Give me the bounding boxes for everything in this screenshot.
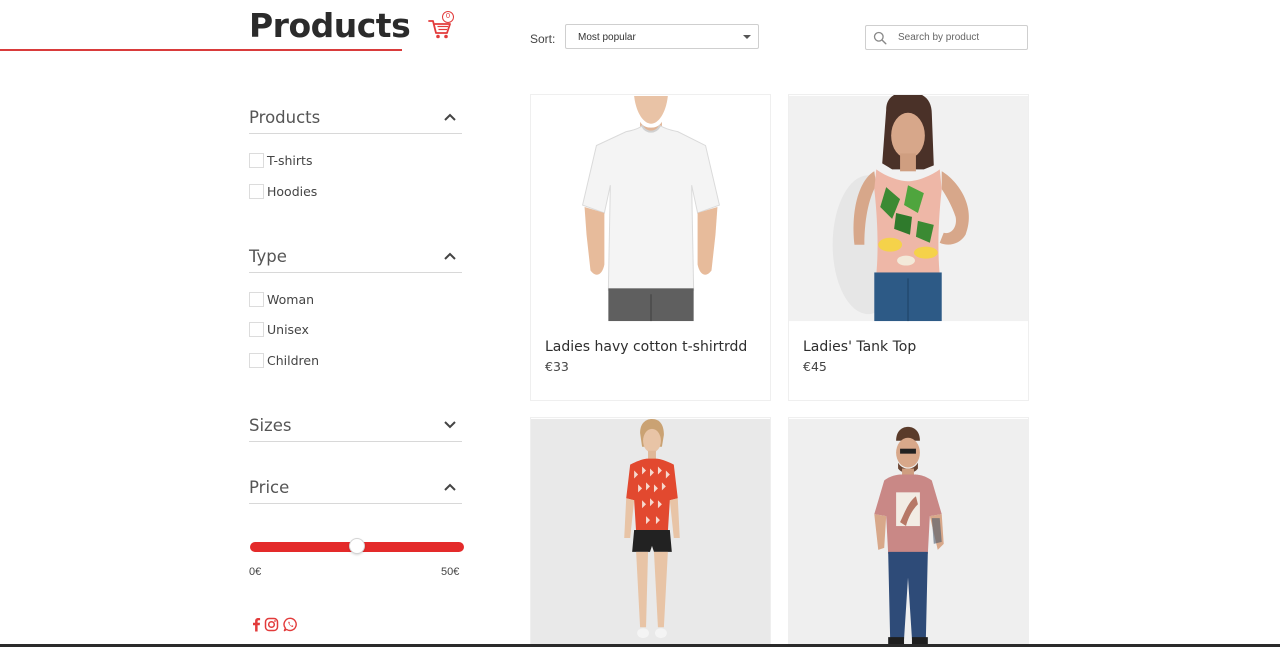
chevron-up-icon xyxy=(444,483,456,491)
filter-header-type[interactable]: Type xyxy=(249,247,462,273)
product-price: €33 xyxy=(545,359,569,374)
product-card[interactable]: Ladies havy cotton t-shirtrdd €33 xyxy=(530,94,771,401)
chevron-down-icon xyxy=(444,421,456,429)
product-name[interactable]: Ladies' Tank Top xyxy=(803,339,916,355)
page-title: Products xyxy=(249,6,411,45)
chevron-up-icon xyxy=(444,113,456,121)
facebook-icon[interactable] xyxy=(249,617,264,632)
instagram-icon[interactable] xyxy=(264,617,279,632)
checkbox[interactable] xyxy=(249,321,264,337)
filter-title-sizes: Sizes xyxy=(249,416,292,435)
filter-title-products: Products xyxy=(249,108,321,127)
sort-selected-value: Most popular xyxy=(578,32,636,43)
sort-dropdown[interactable]: Most popular xyxy=(565,24,759,49)
checkbox[interactable] xyxy=(249,352,264,368)
filter-title-type: Type xyxy=(249,247,287,266)
cart-count-badge: 0 xyxy=(442,11,454,23)
product-image-tshirt xyxy=(531,95,770,322)
filter-option-label: T-shirts xyxy=(267,152,313,168)
product-price: €45 xyxy=(803,359,827,374)
product-name[interactable]: Ladies havy cotton t-shirtrdd xyxy=(545,339,747,355)
filter-option-children[interactable]: Children xyxy=(249,352,319,368)
checkbox[interactable] xyxy=(249,291,264,307)
filter-option-unisex[interactable]: Unisex xyxy=(249,321,309,337)
price-slider-thumb[interactable] xyxy=(349,538,365,554)
product-card[interactable] xyxy=(530,417,771,647)
product-card[interactable] xyxy=(788,417,1029,647)
product-card[interactable]: Ladies' Tank Top €45 xyxy=(788,94,1029,401)
title-underline xyxy=(0,49,402,51)
search-box xyxy=(865,25,1028,50)
price-min-label: 0€ xyxy=(249,566,262,578)
product-image-red-tee xyxy=(531,418,770,646)
caret-down-icon xyxy=(743,35,751,39)
checkbox[interactable] xyxy=(249,152,264,168)
product-image-pink-tee xyxy=(789,418,1028,646)
chevron-up-icon xyxy=(444,252,456,260)
filter-title-price: Price xyxy=(249,478,290,497)
sort-label: Sort: xyxy=(530,32,556,46)
product-image-tank-top xyxy=(789,95,1028,322)
filter-option-hoodies[interactable]: Hoodies xyxy=(249,183,317,199)
filter-option-label: Woman xyxy=(267,291,315,307)
filter-header-sizes[interactable]: Sizes xyxy=(249,416,462,442)
filter-header-products[interactable]: Products xyxy=(249,108,462,134)
search-input[interactable] xyxy=(898,28,1024,47)
checkbox[interactable] xyxy=(249,183,264,199)
filter-option-label: Hoodies xyxy=(267,183,318,199)
filter-option-woman[interactable]: Woman xyxy=(249,291,314,307)
filter-header-price[interactable]: Price xyxy=(249,478,462,504)
filter-option-tshirts[interactable]: T-shirts xyxy=(249,152,312,168)
search-icon xyxy=(873,31,887,45)
price-max-label: 50€ xyxy=(441,566,460,578)
whatsapp-icon[interactable] xyxy=(283,617,298,632)
filter-option-label: Children xyxy=(267,352,320,368)
filter-option-label: Unisex xyxy=(267,321,309,337)
